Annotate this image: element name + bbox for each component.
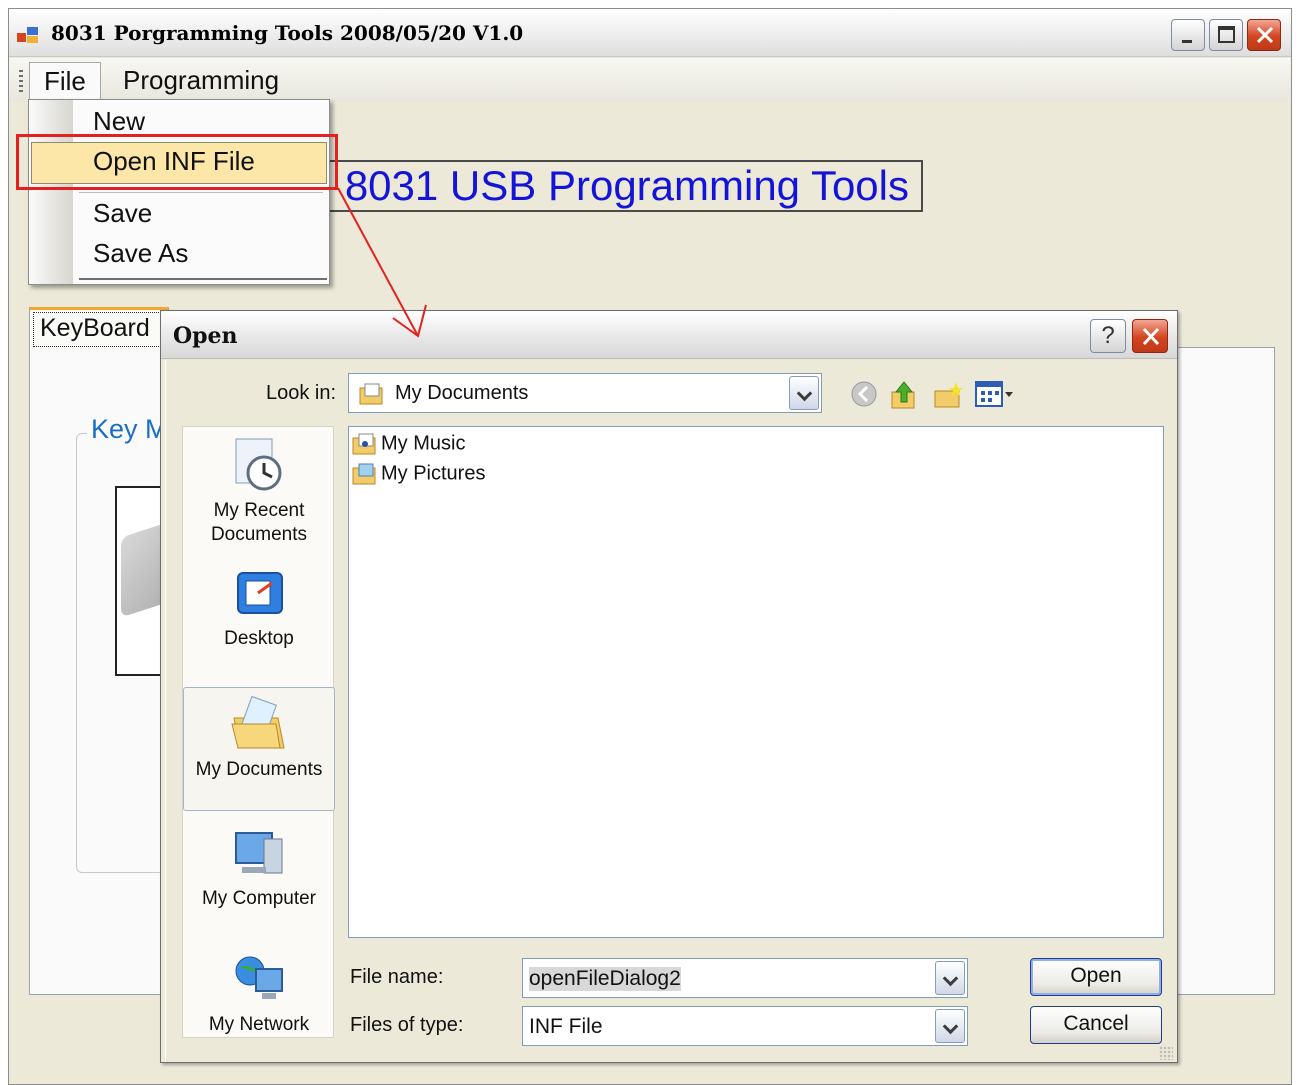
dialog-close-button[interactable]	[1132, 319, 1168, 353]
view-menu-icon[interactable]	[974, 380, 1016, 410]
pictures-folder-icon	[352, 463, 376, 485]
file-item-label: My Pictures	[381, 462, 486, 485]
help-button[interactable]: ?	[1090, 319, 1126, 353]
tab-keyboard[interactable]: KeyBoard	[29, 307, 169, 349]
minimize-icon	[1182, 40, 1192, 43]
close-icon	[1142, 327, 1160, 346]
close-button[interactable]	[1247, 19, 1281, 51]
minimize-button[interactable]	[1171, 19, 1205, 51]
resize-grip[interactable]	[1159, 1046, 1173, 1060]
menu-bottom-rule	[79, 278, 327, 280]
file-list[interactable]: My Music My Pictures	[348, 426, 1164, 938]
my-computer-icon	[235, 832, 283, 874]
menu-file[interactable]: File	[29, 62, 101, 100]
window-title: 8031 Porgramming Tools 2008/05/20 V1.0	[51, 21, 524, 45]
menu-programming[interactable]: Programming	[109, 62, 293, 100]
app-icon	[17, 27, 38, 43]
recent-documents-icon	[235, 438, 282, 491]
dialog-title: Open	[173, 323, 238, 349]
menu-item-new[interactable]: New	[93, 106, 145, 137]
place-label: My Network	[208, 1014, 310, 1035]
maximize-button[interactable]	[1209, 19, 1243, 51]
dialog-body: Look in: My Documents My Recent Document…	[165, 360, 1175, 1062]
title-bar: 8031 Porgramming Tools 2008/05/20 V1.0	[9, 9, 1291, 57]
place-label: My Documents	[195, 759, 323, 780]
place-my-computer[interactable]: My Computer	[183, 827, 335, 911]
chevron-down-icon[interactable]	[935, 1009, 965, 1043]
files-of-type-label: Files of type:	[350, 1014, 464, 1036]
place-label: My Computer	[201, 888, 317, 909]
menu-bar: File Programming	[9, 58, 1291, 102]
menu-gutter	[29, 100, 73, 284]
my-documents-icon	[359, 383, 383, 405]
files-of-type-select[interactable]: INF File	[522, 1006, 968, 1046]
group-label: Key M	[87, 414, 172, 445]
chevron-down-icon[interactable]	[789, 376, 819, 410]
place-label: My Recent Documents	[210, 500, 308, 545]
place-desktop[interactable]: Desktop	[183, 567, 335, 651]
annotation-highlight-box	[16, 134, 338, 190]
place-my-documents[interactable]: My Documents	[183, 687, 335, 811]
new-folder-icon[interactable]	[932, 380, 964, 412]
file-menu-dropdown: New Open INF File Save Save As	[28, 99, 330, 285]
open-file-dialog: Open ? Look in: My Documents My Recent D…	[160, 310, 1178, 1063]
maximize-icon	[1218, 26, 1235, 43]
place-my-recent-documents[interactable]: My Recent Documents	[183, 435, 335, 547]
file-name-label: File name:	[350, 966, 444, 988]
place-my-network[interactable]: My Network	[183, 953, 335, 1037]
look-in-label: Look in:	[266, 382, 337, 404]
music-folder-icon	[352, 433, 376, 455]
page-heading: 8031 USB Programming Tools	[309, 160, 923, 212]
file-item-label: My Music	[381, 432, 466, 455]
my-network-icon	[235, 956, 283, 999]
look-in-combo[interactable]: My Documents	[348, 373, 822, 413]
places-bar: My Recent Documents Desktop My Documents	[182, 426, 335, 1038]
file-name-value: openFileDialog2	[529, 967, 681, 991]
up-folder-icon[interactable]	[888, 380, 920, 412]
cancel-button[interactable]: Cancel	[1030, 1006, 1162, 1044]
menu-item-save[interactable]: Save	[93, 198, 152, 229]
page-heading-text: 8031 USB Programming Tools	[344, 162, 909, 209]
place-label: Desktop	[224, 628, 294, 649]
desktop-icon	[237, 572, 283, 614]
menu-grip	[19, 70, 23, 92]
file-item-my-music[interactable]: My Music	[351, 431, 465, 457]
files-of-type-value: INF File	[529, 1015, 603, 1038]
file-name-input[interactable]: openFileDialog2	[522, 958, 968, 998]
dialog-title-bar: Open ?	[161, 311, 1177, 359]
file-item-my-pictures[interactable]: My Pictures	[351, 461, 485, 487]
look-in-value: My Documents	[395, 382, 529, 404]
my-documents-folder-icon	[231, 695, 285, 749]
chevron-down-icon[interactable]	[935, 961, 965, 995]
open-button[interactable]: Open	[1030, 958, 1162, 996]
menu-item-save-as[interactable]: Save As	[93, 238, 188, 269]
menu-separator	[79, 192, 323, 193]
back-icon[interactable]	[850, 380, 880, 410]
close-icon	[1256, 26, 1274, 44]
